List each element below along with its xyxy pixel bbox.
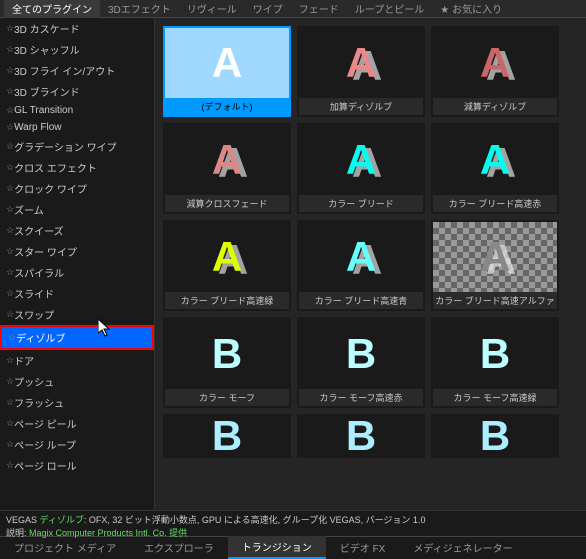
- preset-thumbnail: B: [165, 319, 289, 389]
- bottom-tab-4[interactable]: メディジェネレーター: [399, 537, 526, 558]
- preset-thumbnail: B: [299, 319, 423, 389]
- preset-tile-8[interactable]: Aカラー ブリード高速アルファ: [431, 220, 559, 311]
- status-bar: VEGAS ディゾルブ: OFX, 32 ビット浮動小数点, GPU による高速…: [0, 510, 586, 536]
- sidebar-item-15[interactable]: ディゾルブ: [0, 325, 154, 350]
- preset-thumbnail: B: [299, 416, 423, 456]
- sidebar-item-6[interactable]: グラデーション ワイプ: [0, 136, 154, 157]
- top-tab-0[interactable]: 全てのプラグイン: [4, 0, 100, 18]
- top-tab-bar: 全てのプラグイン3Dエフェクトリヴィールワイプフェードループとピールお気に入り: [0, 0, 586, 18]
- preset-grid: A(デフォルト)A加算ディゾルブA減算ディゾルブA減算クロスフェードAカラー ブ…: [163, 26, 578, 458]
- sidebar-item-1[interactable]: 3D シャッフル: [0, 39, 154, 60]
- status-plugin-name: ディゾルブ: [40, 515, 84, 525]
- preset-thumbnail: A: [433, 28, 557, 98]
- main-area: 3D カスケード3D シャッフル3D フライ イン/アウト3D ブラインドGL …: [0, 18, 586, 510]
- bottom-tab-1[interactable]: エクスプローラ: [130, 537, 228, 558]
- preset-thumbnail: A: [299, 125, 423, 195]
- bottom-tab-3[interactable]: ビデオ FX: [326, 537, 400, 558]
- preset-label: 減算クロスフェード: [165, 195, 289, 212]
- bottom-tab-bar: プロジェクト メディアエクスプローラトランジションビデオ FXメディジェネレータ…: [0, 536, 586, 558]
- preset-tile-1[interactable]: A加算ディゾルブ: [297, 26, 425, 117]
- sidebar-item-12[interactable]: スパイラル: [0, 262, 154, 283]
- top-tab-6[interactable]: お気に入り: [432, 0, 510, 18]
- sidebar-item-9[interactable]: ズーム: [0, 199, 154, 220]
- bottom-tab-2[interactable]: トランジション: [228, 536, 326, 559]
- status-product: VEGAS: [6, 515, 40, 525]
- preset-tile-12[interactable]: B: [163, 414, 291, 458]
- sidebar-item-14[interactable]: スワップ: [0, 304, 154, 325]
- sidebar-item-7[interactable]: クロス エフェクト: [0, 157, 154, 178]
- preset-tile-9[interactable]: Bカラー モーフ: [163, 317, 291, 408]
- status-details: : OFX, 32 ビット浮動小数点, GPU による高速化, グループ化 VE…: [84, 515, 426, 525]
- sidebar-item-20[interactable]: ページ ループ: [0, 434, 154, 455]
- sidebar-item-8[interactable]: クロック ワイプ: [0, 178, 154, 199]
- preset-label: カラー ブリード高速緑: [165, 292, 289, 309]
- preset-label: カラー ブリード: [299, 195, 423, 212]
- sidebar-item-2[interactable]: 3D フライ イン/アウト: [0, 60, 154, 81]
- sidebar-item-16[interactable]: ドア: [0, 350, 154, 371]
- top-tab-5[interactable]: ループとピール: [347, 0, 432, 18]
- preset-thumbnail: B: [165, 416, 289, 456]
- preset-thumbnail: B: [433, 319, 557, 389]
- top-tab-2[interactable]: リヴィール: [179, 0, 245, 18]
- preset-label: カラー ブリード高速アルファ: [433, 292, 557, 309]
- preset-thumbnail: A: [299, 222, 423, 292]
- preset-label: カラー モーフ: [165, 389, 289, 406]
- preset-tile-14[interactable]: B: [431, 414, 559, 458]
- preset-content: A(デフォルト)A加算ディゾルブA減算ディゾルブA減算クロスフェードAカラー ブ…: [155, 18, 586, 510]
- preset-thumbnail: A: [433, 125, 557, 195]
- preset-label: 減算ディゾルブ: [433, 98, 557, 115]
- sidebar-item-4[interactable]: GL Transition: [0, 102, 154, 119]
- preset-tile-5[interactable]: Aカラー ブリード高速赤: [431, 123, 559, 214]
- sidebar-item-13[interactable]: スライド: [0, 283, 154, 304]
- sidebar-item-5[interactable]: Warp Flow: [0, 119, 154, 136]
- bottom-tab-0[interactable]: プロジェクト メディア: [0, 537, 130, 558]
- sidebar-item-11[interactable]: スター ワイプ: [0, 241, 154, 262]
- preset-thumbnail: A: [433, 222, 557, 292]
- preset-label: カラー モーフ高速赤: [299, 389, 423, 406]
- preset-tile-13[interactable]: B: [297, 414, 425, 458]
- preset-label: カラー モーフ高速緑: [433, 389, 557, 406]
- preset-tile-11[interactable]: Bカラー モーフ高速緑: [431, 317, 559, 408]
- preset-label: カラー ブリード高速赤: [433, 195, 557, 212]
- preset-thumbnail: B: [433, 416, 557, 456]
- sidebar-item-17[interactable]: プッシュ: [0, 371, 154, 392]
- preset-thumbnail: A: [165, 222, 289, 292]
- preset-tile-0[interactable]: A(デフォルト): [163, 26, 291, 117]
- top-tab-4[interactable]: フェード: [291, 0, 347, 18]
- plugin-sidebar[interactable]: 3D カスケード3D シャッフル3D フライ イン/アウト3D ブラインドGL …: [0, 18, 155, 510]
- sidebar-item-19[interactable]: ページ ピール: [0, 413, 154, 434]
- preset-tile-7[interactable]: Aカラー ブリード高速青: [297, 220, 425, 311]
- sidebar-item-0[interactable]: 3D カスケード: [0, 18, 154, 39]
- preset-thumbnail: A: [165, 125, 289, 195]
- top-tab-3[interactable]: ワイプ: [245, 0, 291, 18]
- preset-tile-10[interactable]: Bカラー モーフ高速赤: [297, 317, 425, 408]
- preset-tile-4[interactable]: Aカラー ブリード: [297, 123, 425, 214]
- preset-thumbnail: A: [299, 28, 423, 98]
- preset-label: カラー ブリード高速青: [299, 292, 423, 309]
- sidebar-item-10[interactable]: スクイーズ: [0, 220, 154, 241]
- top-tab-1[interactable]: 3Dエフェクト: [100, 0, 179, 18]
- preset-thumbnail: A: [165, 28, 289, 98]
- preset-tile-2[interactable]: A減算ディゾルブ: [431, 26, 559, 117]
- preset-tile-6[interactable]: Aカラー ブリード高速緑: [163, 220, 291, 311]
- sidebar-item-3[interactable]: 3D ブラインド: [0, 81, 154, 102]
- sidebar-item-18[interactable]: フラッシュ: [0, 392, 154, 413]
- preset-tile-3[interactable]: A減算クロスフェード: [163, 123, 291, 214]
- preset-label: 加算ディゾルブ: [299, 98, 423, 115]
- preset-label: (デフォルト): [165, 98, 289, 115]
- sidebar-item-21[interactable]: ページ ロール: [0, 455, 154, 476]
